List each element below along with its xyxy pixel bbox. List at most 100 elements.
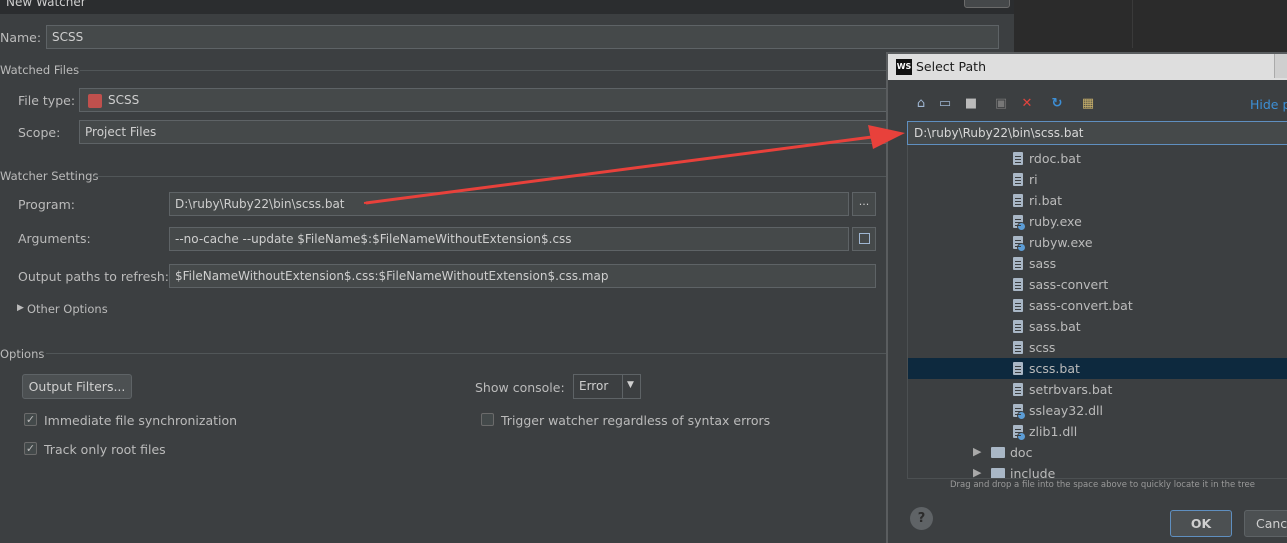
file-type-select[interactable]: SCSS [79, 88, 888, 112]
program-field[interactable]: D:\ruby\Ruby22\bin\scss.bat [169, 192, 849, 216]
tree-file-name: zlib1.dll [1029, 424, 1078, 439]
tree-file-row[interactable]: sass [908, 253, 1287, 274]
close-button[interactable] [964, 0, 1010, 8]
program-label: Program: [18, 197, 75, 212]
show-hidden-icon[interactable]: ▦ [1079, 96, 1097, 112]
program-browse-button[interactable]: ... [852, 192, 876, 216]
project-folder-icon[interactable]: ■ [962, 96, 980, 112]
file-icon [1013, 257, 1023, 270]
watcher-settings-section: Watcher Settings [0, 169, 99, 183]
refresh-icon[interactable]: ↻ [1048, 96, 1066, 112]
file-icon [1013, 278, 1023, 291]
tree-file-row[interactable]: scss [908, 337, 1287, 358]
exe-icon [1013, 425, 1026, 441]
tree-file-row[interactable]: ri [908, 169, 1287, 190]
select-path-dialog: WS Select Path ⌂ ▭ ■ ▣ ✕ ↻ ▦ Hide p D:\r… [886, 52, 1287, 543]
name-field[interactable]: SCSS [46, 25, 999, 49]
arguments-label: Arguments: [18, 231, 91, 246]
cancel-button[interactable]: Cance [1244, 510, 1287, 537]
tree-file-name: sass-convert.bat [1029, 298, 1133, 313]
file-icon [1013, 320, 1023, 333]
file-icon [1013, 383, 1023, 396]
help-button[interactable]: ? [910, 507, 933, 530]
watched-files-section: Watched Files [0, 63, 80, 77]
arguments-field[interactable]: --no-cache --update $FileName$:$FileName… [169, 227, 849, 251]
insert-macro-button[interactable] [852, 227, 876, 251]
file-tree[interactable]: rdoc.bat ri ri.bat ruby.exe rubyw.exe sass sas… [907, 145, 1287, 479]
webstorm-logo-icon: WS [896, 59, 912, 75]
file-icon [1013, 362, 1023, 375]
tree-file-row[interactable]: scss.bat [908, 358, 1287, 379]
scrollbar[interactable] [1274, 54, 1287, 78]
options-section: Options [0, 347, 45, 361]
tree-file-name: scss [1029, 340, 1056, 355]
immediate-sync-label: Immediate file synchronization [44, 413, 238, 428]
tree-file-name: sass.bat [1029, 319, 1081, 334]
file-icon [1013, 152, 1023, 165]
tree-file-name: ssleay32.dll [1029, 403, 1104, 418]
other-options-toggle[interactable]: Other Options [27, 302, 108, 316]
expand-triangle-icon[interactable]: ▶ [973, 445, 981, 458]
tree-file-row[interactable]: zlib1.dll [908, 421, 1287, 442]
tree-file-row[interactable]: ri.bat [908, 190, 1287, 211]
home-icon[interactable]: ⌂ [912, 96, 930, 112]
exe-icon [1013, 404, 1026, 420]
tree-file-row[interactable]: rdoc.bat [908, 148, 1287, 169]
name-label: Name: [0, 30, 42, 45]
select-path-title-bar: WS Select Path [888, 54, 1287, 80]
tree-file-row[interactable]: sass.bat [908, 316, 1287, 337]
scss-file-icon [88, 94, 102, 108]
file-icon [1013, 299, 1023, 312]
scope-select[interactable]: Project Files [79, 120, 888, 144]
drag-drop-hint: Drag and drop a file into the space abov… [950, 480, 1256, 490]
output-paths-field[interactable]: $FileNameWithoutExtension$.css:$FileName… [169, 264, 876, 288]
tree-file-name: ri.bat [1029, 193, 1063, 208]
scope-label: Scope: [18, 125, 61, 140]
tree-file-row[interactable]: sass-convert [908, 274, 1287, 295]
trigger-regardless-checkbox[interactable] [481, 413, 494, 426]
expand-triangle-icon[interactable]: ▶ [17, 303, 24, 313]
tree-file-row[interactable]: setrbvars.bat [908, 379, 1287, 400]
tree-file-name: ruby.exe [1029, 214, 1082, 229]
tree-file-name: sass-convert [1029, 277, 1109, 292]
tree-file-row[interactable]: ssleay32.dll [908, 400, 1287, 421]
divider [1132, 0, 1133, 48]
folder-icon [991, 447, 1005, 458]
file-type-value: SCSS [108, 93, 140, 107]
show-console-select[interactable]: Error ▼ [573, 374, 641, 399]
folder-icon [991, 468, 1005, 478]
file-icon [1013, 173, 1023, 186]
tree-folder-row[interactable]: ▶ doc [908, 442, 1287, 463]
show-console-label: Show console: [475, 380, 565, 395]
track-root-checkbox[interactable]: ✓ [24, 442, 37, 455]
separator [80, 70, 888, 71]
tree-file-row[interactable]: sass-convert.bat [908, 295, 1287, 316]
select-path-title: Select Path [916, 59, 986, 74]
tree-file-name: setrbvars.bat [1029, 382, 1113, 397]
separator [94, 176, 888, 177]
tree-file-name: rdoc.bat [1029, 151, 1081, 166]
tree-folder-row[interactable]: ▶ include [908, 463, 1287, 479]
chevron-down-icon: ▼ [627, 380, 634, 390]
tree-file-row[interactable]: ruby.exe [908, 211, 1287, 232]
dialog-title: New Watcher [6, 0, 86, 9]
ok-button[interactable]: OK [1170, 510, 1232, 537]
hide-path-link[interactable]: Hide p [1250, 97, 1287, 112]
exe-icon [1013, 215, 1026, 231]
new-folder-icon[interactable]: ▣ [992, 96, 1010, 112]
new-watcher-dialog: New Watcher Name: SCSS Watched Files Fil… [0, 0, 1014, 543]
desktop-icon[interactable]: ▭ [936, 96, 954, 112]
tree-file-name: sass [1029, 256, 1057, 271]
insert-macro-icon [858, 233, 870, 244]
tree-file-row[interactable]: rubyw.exe [908, 232, 1287, 253]
delete-icon[interactable]: ✕ [1018, 96, 1036, 112]
tree-folder-name: doc [1010, 445, 1033, 460]
path-input[interactable]: D:\ruby\Ruby22\bin\scss.bat [907, 121, 1287, 145]
dialog-title-bar: New Watcher [0, 0, 1014, 14]
output-filters-button[interactable]: Output Filters... [22, 374, 132, 399]
file-icon [1013, 194, 1023, 207]
immediate-sync-checkbox[interactable]: ✓ [24, 413, 37, 426]
tree-folder-name: include [1010, 466, 1056, 479]
expand-triangle-icon[interactable]: ▶ [973, 466, 981, 478]
trigger-regardless-label: Trigger watcher regardless of syntax err… [501, 413, 771, 428]
